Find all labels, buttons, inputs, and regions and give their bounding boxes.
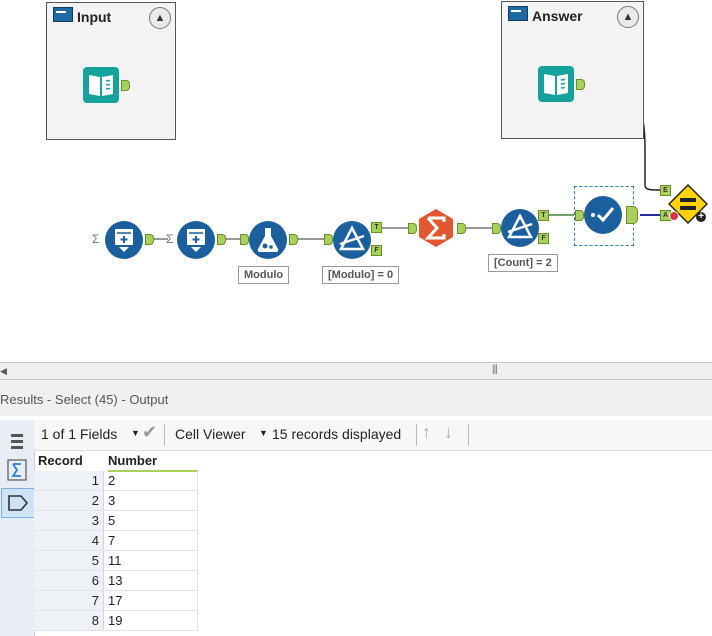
scroll-thumb-grip-icon[interactable]: ||| xyxy=(492,364,498,375)
equals-icon[interactable] xyxy=(667,183,709,229)
chevron-down-icon[interactable]: ▼ xyxy=(131,428,140,438)
number-cell[interactable]: 17 xyxy=(104,591,198,611)
horizontal-scrollbar[interactable]: ◀ ||| xyxy=(0,362,712,380)
error-indicator-icon xyxy=(669,211,679,221)
input-container-title: Input xyxy=(77,9,112,25)
arrow-up-icon[interactable]: ↑ xyxy=(422,422,431,443)
chevron-down-icon[interactable]: ▼ xyxy=(259,428,268,438)
checkmark-icon[interactable]: ✔ xyxy=(142,422,157,443)
workflow-canvas[interactable]: Input ▲ Answer ▲ Σ Σ Modulo T F [Modulo]… xyxy=(0,0,712,362)
number-cell[interactable]: 3 xyxy=(104,491,198,511)
container-icon xyxy=(508,6,528,21)
output-anchor[interactable] xyxy=(576,79,585,90)
record-cell[interactable]: 2 xyxy=(34,491,104,511)
record-cell[interactable]: 6 xyxy=(34,571,104,591)
record-cell[interactable]: 5 xyxy=(34,551,104,571)
false-anchor[interactable]: F xyxy=(538,233,549,244)
results-toolbar: 1 of 1 Fields ▼ ✔ Cell Viewer ▼ 15 recor… xyxy=(34,420,712,451)
results-grid: Record Number 1 2 2 3 3 5 4 7 5 11 6 13 7 17 8 19 xyxy=(34,452,200,636)
input-book-icon[interactable] xyxy=(82,66,120,109)
scroll-left-icon[interactable]: ◀ xyxy=(0,366,7,377)
add-icon[interactable]: + xyxy=(696,212,706,222)
answer-book-icon[interactable] xyxy=(537,65,575,108)
collapse-button[interactable]: ▲ xyxy=(149,7,171,29)
output-anchor[interactable] xyxy=(145,234,154,245)
filter2-label: [Count] = 2 xyxy=(488,254,558,272)
true-anchor[interactable]: T xyxy=(538,210,549,221)
generate-rows-icon[interactable] xyxy=(176,220,216,265)
flask-icon[interactable] xyxy=(248,220,288,265)
number-cell[interactable]: 11 xyxy=(104,551,198,571)
output-anchor[interactable] xyxy=(217,234,226,245)
collapse-button[interactable]: ▲ xyxy=(617,6,639,28)
record-cell[interactable]: 7 xyxy=(34,591,104,611)
number-cell[interactable]: 13 xyxy=(104,571,198,591)
divider xyxy=(164,424,165,446)
column-header-record[interactable]: Record xyxy=(38,452,83,470)
number-cell[interactable]: 19 xyxy=(104,611,198,631)
results-sidebar xyxy=(0,420,35,636)
number-cell[interactable]: 2 xyxy=(104,471,198,491)
answer-container-title: Answer xyxy=(532,8,583,24)
sigma-icon[interactable] xyxy=(416,208,456,253)
divider xyxy=(468,424,469,446)
formula-label: Modulo xyxy=(238,266,290,284)
container-icon xyxy=(53,7,73,22)
sigma-small-icon: Σ xyxy=(166,232,174,246)
record-cell[interactable]: 8 xyxy=(34,611,104,631)
divider xyxy=(416,424,417,446)
number-cell[interactable]: 5 xyxy=(104,511,198,531)
list-icon[interactable] xyxy=(4,430,30,454)
filter-icon[interactable] xyxy=(500,208,540,253)
records-count: 15 records displayed xyxy=(272,426,402,442)
record-cell[interactable]: 3 xyxy=(34,511,104,531)
arrow-down-icon[interactable]: ↓ xyxy=(444,422,453,443)
false-anchor[interactable]: F xyxy=(371,245,382,256)
column-header-number[interactable]: Number xyxy=(108,452,198,472)
tag-icon[interactable] xyxy=(1,488,35,518)
filter1-label: [Modulo] = 0 xyxy=(322,266,400,284)
output-anchor[interactable] xyxy=(289,234,298,245)
fields-dropdown[interactable]: 1 of 1 Fields xyxy=(41,426,117,442)
output-anchor[interactable] xyxy=(457,223,466,234)
results-header: Results - Select (45) - Output xyxy=(0,380,712,416)
filter-icon[interactable] xyxy=(332,220,372,265)
cell-viewer-dropdown[interactable]: Cell Viewer xyxy=(175,426,246,442)
output-anchor[interactable] xyxy=(626,206,638,224)
results-title: Results - Select (45) - Output xyxy=(0,392,169,407)
generate-rows-icon[interactable] xyxy=(104,220,144,265)
sigma-small-icon: Σ xyxy=(92,232,100,246)
record-cell[interactable]: 4 xyxy=(34,531,104,551)
sigma-icon[interactable] xyxy=(4,458,30,482)
checkmark-icon[interactable] xyxy=(583,195,623,240)
output-anchor[interactable] xyxy=(121,80,130,91)
number-cell[interactable]: 7 xyxy=(104,531,198,551)
true-anchor[interactable]: T xyxy=(371,222,382,233)
record-cell[interactable]: 1 xyxy=(34,471,104,491)
